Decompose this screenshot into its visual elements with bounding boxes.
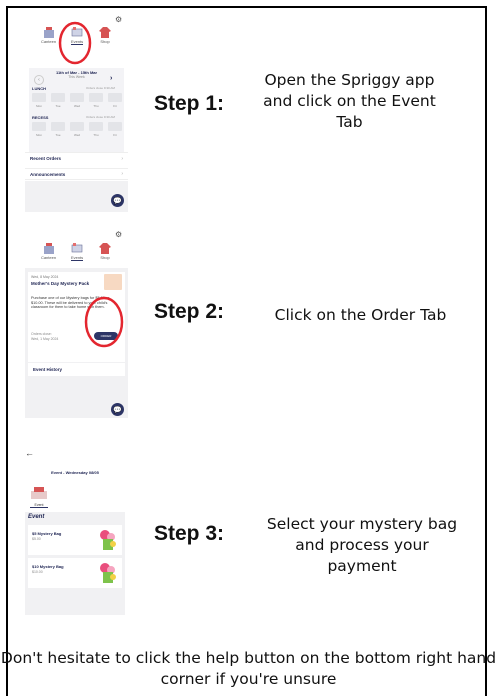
lunch-title: LUNCH — [32, 86, 46, 91]
product-name: $5 Mystery Bag — [32, 531, 62, 536]
lunch-note: Orders close 9:30 AM — [86, 86, 115, 90]
day-label: Fri — [113, 133, 117, 137]
back-arrow-icon[interactable]: ← — [25, 448, 34, 458]
settings-gear-icon[interactable]: ⚙ — [115, 230, 122, 239]
tab-shop[interactable]: Shop — [98, 26, 112, 45]
day-label: Thu — [93, 133, 99, 137]
day-label: Wed — [73, 104, 81, 108]
screenshot-step-3: ← Event - Wednesday 08/05 Event Event $5… — [25, 448, 125, 615]
tab-label: Canteen — [40, 255, 57, 260]
mystery-bag-image — [100, 530, 116, 550]
day-label: Tue — [55, 104, 61, 108]
day-slot[interactable] — [108, 93, 122, 102]
announcements-label: Announcements — [30, 171, 66, 177]
shop-shirt-icon — [99, 27, 112, 38]
tab-label: Canteen — [40, 39, 57, 44]
step-3-text: Select your mystery bag and process your… — [266, 515, 458, 575]
day-slot[interactable] — [32, 122, 46, 131]
recess-day-labels: Mon Tue Wed Thu Fri — [32, 133, 122, 137]
event-title: Mother's Day Mystery Pack — [31, 281, 90, 286]
day-label: Mon — [36, 104, 42, 108]
shop-shirt-icon — [99, 243, 112, 254]
orders-close-label: Orders close: — [31, 332, 52, 336]
product-row[interactable]: $5 Mystery Bag $5.00 — [28, 525, 122, 555]
tab-label: Events — [70, 255, 84, 261]
step-1-text: Open the Spriggy app and click on the Ev… — [263, 71, 436, 131]
mystery-bag-image — [100, 563, 116, 583]
chevron-right-icon: › — [121, 171, 123, 177]
tab-label: Shop — [100, 255, 110, 260]
day-label: Thu — [93, 104, 99, 108]
day-slot[interactable] — [108, 122, 122, 131]
tab-bar: Canteen Events Shop — [25, 242, 128, 261]
step-2-text: Click on the Order Tab — [274, 306, 447, 324]
help-chat-icon[interactable]: 💬 — [111, 403, 124, 416]
event-tab-icon[interactable] — [30, 485, 48, 500]
week-card: ‹ 11th of Mar - 15th Mar This Week › LUN… — [29, 68, 124, 160]
day-slot[interactable] — [51, 93, 65, 102]
event-history-row[interactable]: Event History — [28, 363, 125, 376]
section-title: Event — [28, 514, 45, 520]
recess-days — [32, 122, 122, 131]
tab-label: Shop — [100, 39, 110, 44]
chevron-right-icon: › — [121, 155, 123, 162]
events-icon — [71, 243, 83, 253]
day-label: Mon — [36, 133, 42, 137]
chevron-right-icon[interactable]: › — [110, 75, 112, 82]
canteen-icon — [43, 243, 54, 254]
canteen-icon — [43, 27, 54, 38]
recess-note: Orders close 9:30 AM — [86, 115, 115, 119]
day-slot[interactable] — [89, 93, 103, 102]
product-name: $10 Mystery Bag — [32, 564, 64, 569]
day-label: Wed — [73, 133, 81, 137]
step-1-label: Step 1: — [154, 92, 225, 115]
recent-orders-label: Recent Orders — [30, 156, 62, 161]
event-date: Wed, 8 May 2024 — [31, 275, 59, 279]
tab-canteen[interactable]: Canteen — [41, 242, 56, 261]
day-slot[interactable] — [32, 93, 46, 102]
event-history-label: Event History — [33, 367, 63, 372]
announcements-row[interactable]: Announcements › — [25, 168, 128, 180]
recent-orders-row[interactable]: Recent Orders › — [25, 152, 128, 164]
recess-title: RECESS — [32, 115, 49, 120]
tab-shop[interactable]: Shop — [98, 242, 112, 261]
step-2-label: Step 2: — [154, 300, 225, 323]
day-slot[interactable] — [89, 122, 103, 131]
lunch-days — [32, 93, 122, 102]
day-slot[interactable] — [70, 93, 84, 102]
day-slot[interactable] — [51, 122, 65, 131]
help-footer-text: Don't hesitate to click the help button … — [0, 649, 497, 688]
event-header: Event - Wednesday 08/05 — [51, 470, 99, 475]
screenshot-step-1: ⚙ Canteen Events Shop ‹ 11th of Mar - 15… — [25, 12, 128, 212]
product-row[interactable]: $10 Mystery Bag $10.00 — [28, 558, 122, 588]
event-tab-label[interactable]: Event — [30, 503, 48, 508]
lunch-day-labels: Mon Tue Wed Thu Fri — [32, 104, 122, 108]
product-price: $5.00 — [32, 537, 41, 541]
orders-close-date: Wed, 1 May 2024 — [31, 337, 59, 341]
day-label: Tue — [55, 133, 61, 137]
settings-gear-icon[interactable]: ⚙ — [115, 15, 122, 24]
product-price: $10.00 — [32, 570, 43, 574]
tab-events[interactable]: Events — [70, 242, 84, 261]
screenshot-step-2: ⚙ Canteen Events Shop Wed, 8 May 2024 Mo… — [25, 228, 128, 418]
highlight-circle — [58, 21, 92, 65]
event-thumbnail — [104, 274, 122, 290]
day-label: Fri — [113, 104, 117, 108]
help-chat-icon[interactable]: 💬 — [111, 194, 124, 207]
step-3-label: Step 3: — [154, 522, 225, 545]
day-slot[interactable] — [70, 122, 84, 131]
tab-canteen[interactable]: Canteen — [41, 26, 56, 45]
highlight-circle — [84, 296, 124, 348]
